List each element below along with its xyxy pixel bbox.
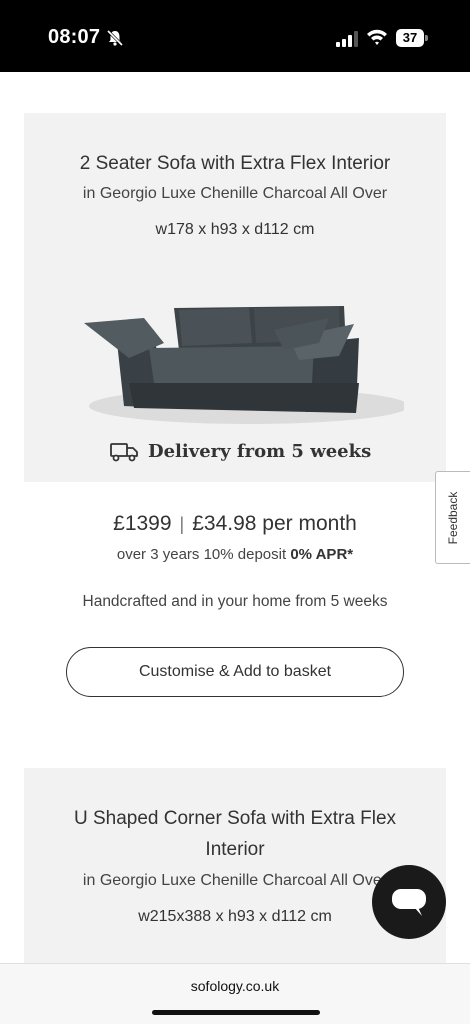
product-card-2-seater[interactable]: 2 Seater Sofa with Extra Flex Interior i… (24, 113, 446, 482)
monthly-price: £34.98 per month (192, 512, 357, 535)
feedback-label: Feedback (446, 491, 460, 545)
product-card-u-shaped[interactable]: U Shaped Corner Sofa with Extra Flex Int… (24, 768, 446, 968)
home-indicator (152, 1010, 320, 1015)
finance-text: over 3 years 10% deposit (116, 546, 287, 563)
handcrafted-text: Handcrafted and in your home from 5 week… (82, 593, 388, 610)
finance-terms: over 3 years 10% deposit 0% APR* (0, 546, 470, 563)
battery-icon: 37 (396, 29, 428, 47)
delivery-info: Delivery from 5 weeks (110, 440, 371, 462)
chat-bubble-icon (392, 889, 426, 916)
apr-text: 0% APR* (290, 546, 354, 563)
battery-level: 37 (402, 30, 418, 45)
product-title-line1[interactable]: U Shaped Corner Sofa with Extra Flex (24, 808, 446, 830)
product-title-line2[interactable]: Interior (24, 839, 446, 861)
product-title[interactable]: 2 Seater Sofa with Extra Flex Interior (24, 153, 446, 175)
chat-button[interactable] (372, 865, 446, 939)
browser-url-bar[interactable]: sofology.co.uk (0, 963, 470, 1024)
sofa-image[interactable] (74, 288, 404, 438)
status-time: 08:07 (48, 26, 101, 48)
price-line: £1399 | £34.98 per month (0, 512, 470, 536)
price: £1399 (113, 512, 172, 535)
bell-muted-icon (106, 29, 124, 47)
status-bar: 08:07 37 (0, 0, 470, 72)
product-fabric: in Georgio Luxe Chenille Charcoal All Ov… (82, 185, 388, 202)
feedback-tab[interactable]: Feedback (435, 471, 470, 564)
signal-icon (336, 31, 358, 47)
url-text[interactable]: sofology.co.uk (0, 978, 470, 994)
product-dimensions: w178 x h93 x d112 cm (155, 221, 315, 238)
customise-add-to-basket-button[interactable]: Customise & Add to basket (66, 647, 404, 697)
price-divider: | (179, 514, 185, 534)
wifi-icon (367, 29, 387, 45)
delivery-text: Delivery from 5 weeks (148, 440, 372, 462)
truck-icon (110, 443, 138, 462)
